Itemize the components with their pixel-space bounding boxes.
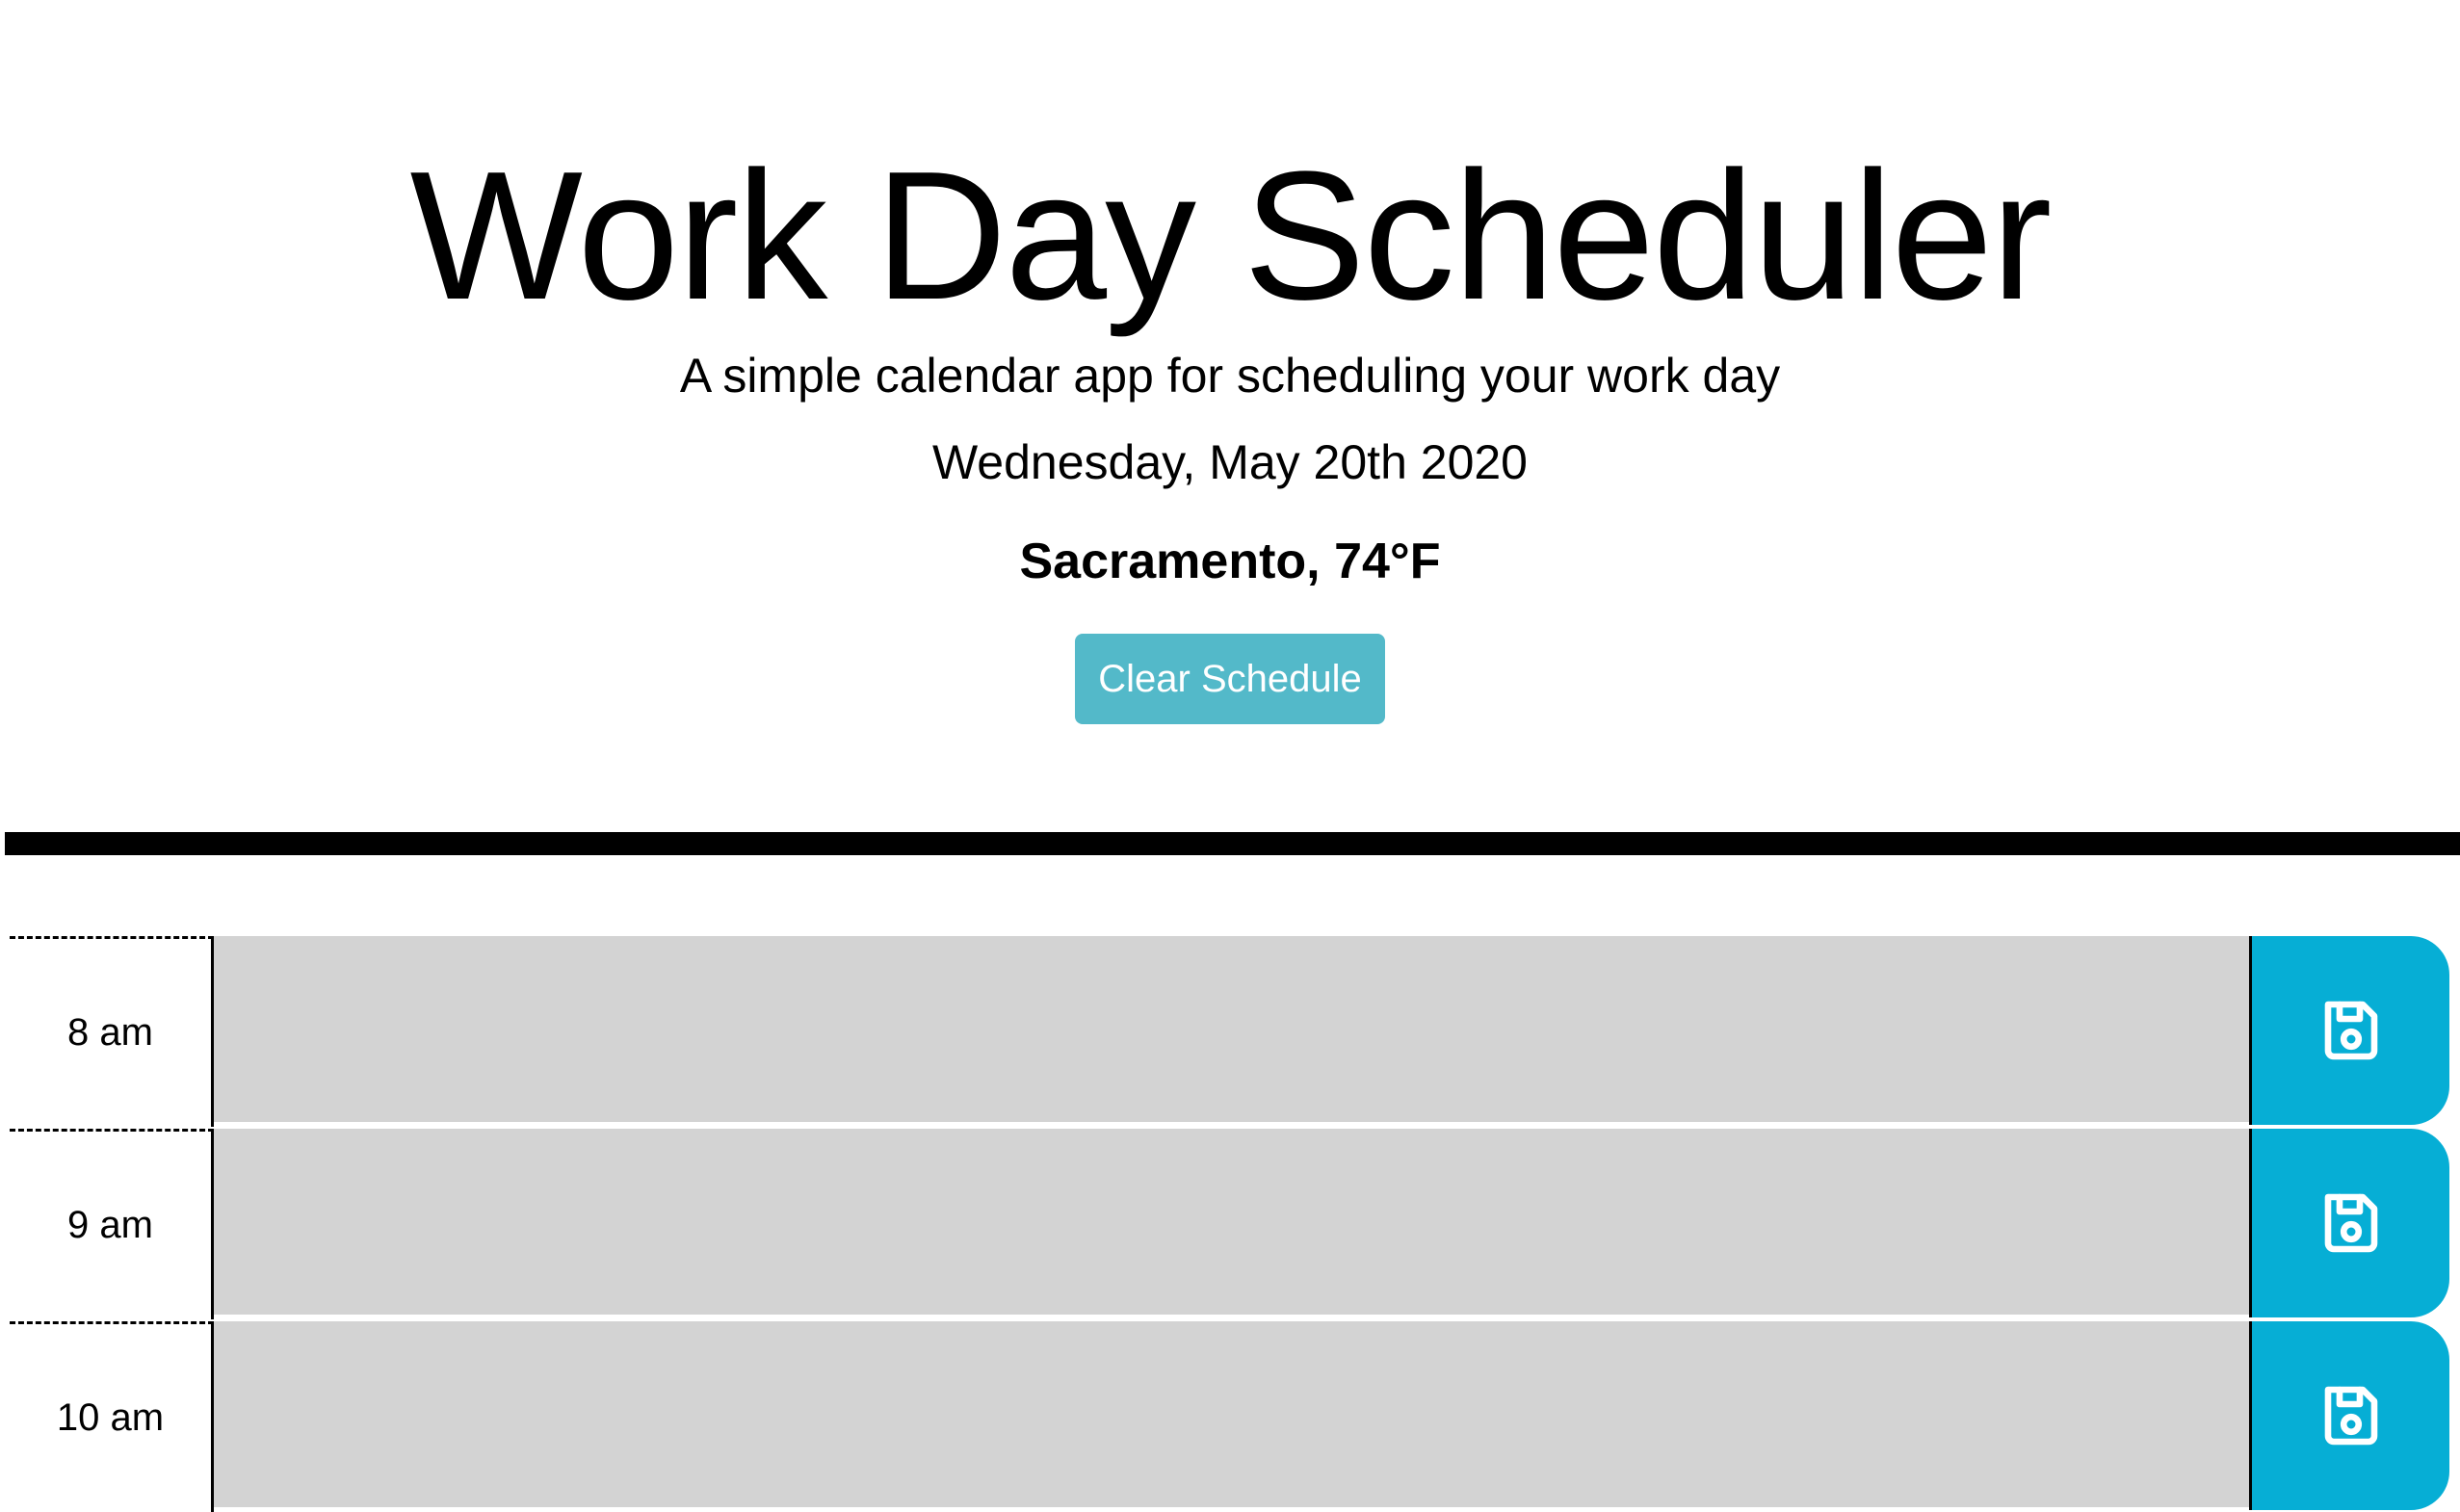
header-divider <box>5 832 2460 855</box>
clear-schedule-button[interactable]: Clear Schedule <box>1075 634 1385 724</box>
floppy-disk-icon <box>2324 1193 2377 1253</box>
event-description-input[interactable] <box>214 1321 2249 1510</box>
weather-readout: Sacramento, 74°F <box>1019 534 1441 589</box>
time-block-row: 10 am <box>0 1321 2460 1512</box>
event-description-input[interactable] <box>214 936 2249 1125</box>
hour-label: 8 am <box>10 936 214 1127</box>
time-block-row: 9 am <box>0 1129 2460 1319</box>
save-button[interactable] <box>2249 1321 2449 1510</box>
hour-label: 9 am <box>10 1129 214 1319</box>
time-block-row: 8 am <box>0 936 2460 1127</box>
event-description-input[interactable] <box>214 1129 2249 1317</box>
floppy-disk-icon <box>2324 1386 2377 1446</box>
save-button[interactable] <box>2249 1129 2449 1317</box>
floppy-disk-icon <box>2324 1001 2377 1060</box>
save-button[interactable] <box>2249 936 2449 1125</box>
hour-label: 10 am <box>10 1321 214 1512</box>
page-title: Work Day Scheduler <box>409 134 2053 338</box>
page-subtitle: A simple calendar app for scheduling you… <box>679 349 1781 403</box>
header: Work Day Scheduler A simple calendar app… <box>0 0 2460 838</box>
current-date: Wednesday, May 20th 2020 <box>932 435 1528 489</box>
